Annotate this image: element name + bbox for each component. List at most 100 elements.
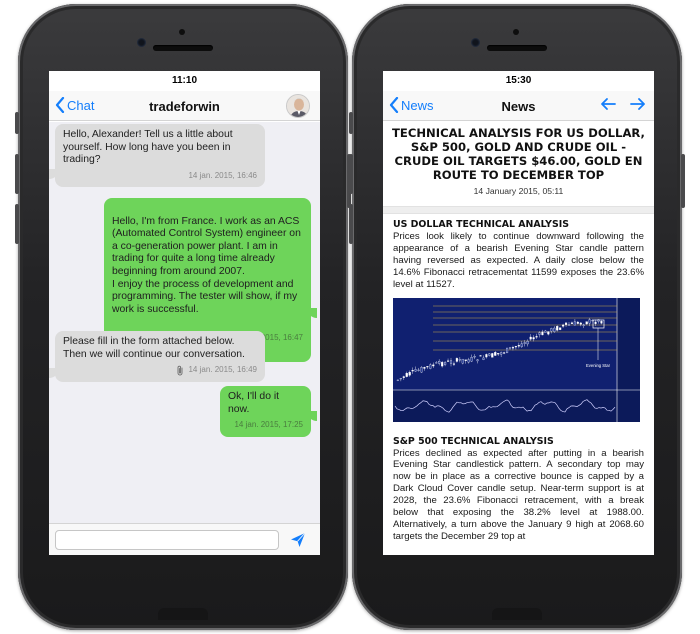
candle-body xyxy=(579,322,582,325)
candle-body xyxy=(526,340,529,344)
mute-switch xyxy=(15,112,19,134)
article-date: 14 January 2015, 05:11 xyxy=(473,186,564,196)
home-button xyxy=(158,608,208,620)
candle-body xyxy=(405,372,408,377)
send-icon[interactable] xyxy=(290,532,306,548)
candle-body xyxy=(559,327,562,330)
candle-body xyxy=(473,355,476,357)
candle-body xyxy=(467,358,470,362)
volume-up-button xyxy=(349,154,353,194)
candle-body xyxy=(455,357,458,362)
candle-body xyxy=(532,336,535,339)
candle-body xyxy=(553,327,556,332)
article-headline: TECHNICAL ANALYSIS FOR US DOLLAR, S&P 50… xyxy=(392,126,645,182)
candle-body xyxy=(562,324,565,327)
article-view: TECHNICAL ANALYSIS FOR US DOLLAR, S&P 50… xyxy=(383,122,654,555)
message-text: Hello, Alexander! Tell us a little about… xyxy=(63,129,233,166)
candle-body xyxy=(485,353,488,357)
candle-body xyxy=(576,321,579,324)
candle-body xyxy=(447,360,450,362)
candle-body xyxy=(541,331,544,335)
candle-body xyxy=(414,368,417,372)
candle-body xyxy=(514,345,517,347)
candle-body xyxy=(570,322,574,324)
section-body-usd: Prices look likely to continue downward … xyxy=(393,231,644,290)
candle-body xyxy=(567,324,571,326)
article-chart-image: Evening Star xyxy=(393,297,640,422)
candle-body xyxy=(441,361,444,366)
candle-body xyxy=(488,353,491,356)
section-divider xyxy=(383,206,654,214)
candle-body xyxy=(426,365,429,367)
candle-body xyxy=(523,341,526,344)
candle-body xyxy=(402,375,405,378)
chat-title: tradeforwin xyxy=(149,99,220,114)
candle-body xyxy=(494,351,497,356)
candle-body xyxy=(491,352,494,358)
candle-body xyxy=(600,320,603,324)
section-body-spx: Prices declined as expected after puttin… xyxy=(393,447,644,542)
message-list: Hello, Alexander! Tell us a little about… xyxy=(49,122,320,523)
status-bar-time: 15:30 xyxy=(505,75,532,86)
candle-body xyxy=(458,358,461,360)
candle-body xyxy=(461,358,464,363)
proximity-sensor xyxy=(513,29,519,35)
mute-switch xyxy=(349,112,353,134)
message-timestamp: 14 jan. 2015, 17:25 xyxy=(234,420,303,430)
message-incoming-2[interactable]: Please fill in the form attached below. … xyxy=(55,331,265,382)
volume-up-button xyxy=(15,154,19,194)
volume-down-button xyxy=(349,204,353,244)
candle-body xyxy=(520,343,523,347)
candle-body xyxy=(500,351,503,354)
message-incoming-1[interactable]: Hello, Alexander! Tell us a little about… xyxy=(55,124,265,188)
phone-chat: 11:10 Chat tradeforwin Hello, Alexander!… xyxy=(15,4,351,630)
message-text: Please fill in the form attached below. … xyxy=(63,336,245,360)
message-timestamp: 14 jan. 2015, 16:46 xyxy=(188,170,257,180)
chat-screen: 11:10 Chat tradeforwin Hello, Alexander!… xyxy=(49,71,320,555)
candle-body xyxy=(479,354,482,356)
candle-body xyxy=(535,335,538,337)
candle-body xyxy=(588,319,591,323)
candle-body xyxy=(420,366,423,372)
candle-body xyxy=(408,371,411,376)
candle-body xyxy=(476,359,479,361)
candle-body xyxy=(508,346,512,348)
message-meta: 14 jan. 2015, 16:49 xyxy=(63,364,257,377)
earpiece-speaker xyxy=(487,45,547,51)
candle-body xyxy=(399,377,402,379)
home-button xyxy=(492,608,542,620)
message-outgoing-2[interactable]: Ok, I'll do it now. 14 jan. 2015, 17:25 xyxy=(220,386,311,437)
front-camera xyxy=(471,38,480,47)
candle-body xyxy=(594,321,597,324)
arrow-right-icon[interactable] xyxy=(630,96,646,112)
candle-body xyxy=(411,369,414,371)
chat-navbar: Chat tradeforwin xyxy=(49,91,320,121)
message-timestamp: 14 jan. 2015, 16:49 xyxy=(188,365,257,375)
proximity-sensor xyxy=(179,29,185,35)
candle-body xyxy=(396,379,399,381)
candle-body xyxy=(556,325,559,330)
arrow-left-icon[interactable] xyxy=(600,96,616,112)
candle-body xyxy=(547,330,550,334)
candle-body xyxy=(550,327,553,331)
candle-body xyxy=(544,330,547,333)
paperclip-icon[interactable] xyxy=(176,365,184,376)
candle-body xyxy=(417,369,420,371)
power-button xyxy=(681,154,685,208)
candle-body xyxy=(429,364,432,369)
candle-body xyxy=(573,320,576,325)
candle-body xyxy=(529,336,532,339)
candle-body xyxy=(438,360,441,364)
message-input[interactable] xyxy=(55,530,279,550)
candle-body xyxy=(585,321,588,324)
contact-avatar[interactable] xyxy=(286,94,310,118)
compose-bar xyxy=(49,523,320,555)
candle-body xyxy=(435,361,438,363)
candle-body xyxy=(470,356,473,361)
section-title-spx: S&P 500 TECHNICAL ANALYSIS xyxy=(393,435,554,447)
candle-body xyxy=(538,332,541,335)
candle-body xyxy=(449,359,453,364)
article-navigation xyxy=(600,96,646,112)
candle-body xyxy=(452,363,455,365)
phone-news: 15:30 News News TECHNICAL ANALYSIS FOR U… xyxy=(349,4,685,630)
